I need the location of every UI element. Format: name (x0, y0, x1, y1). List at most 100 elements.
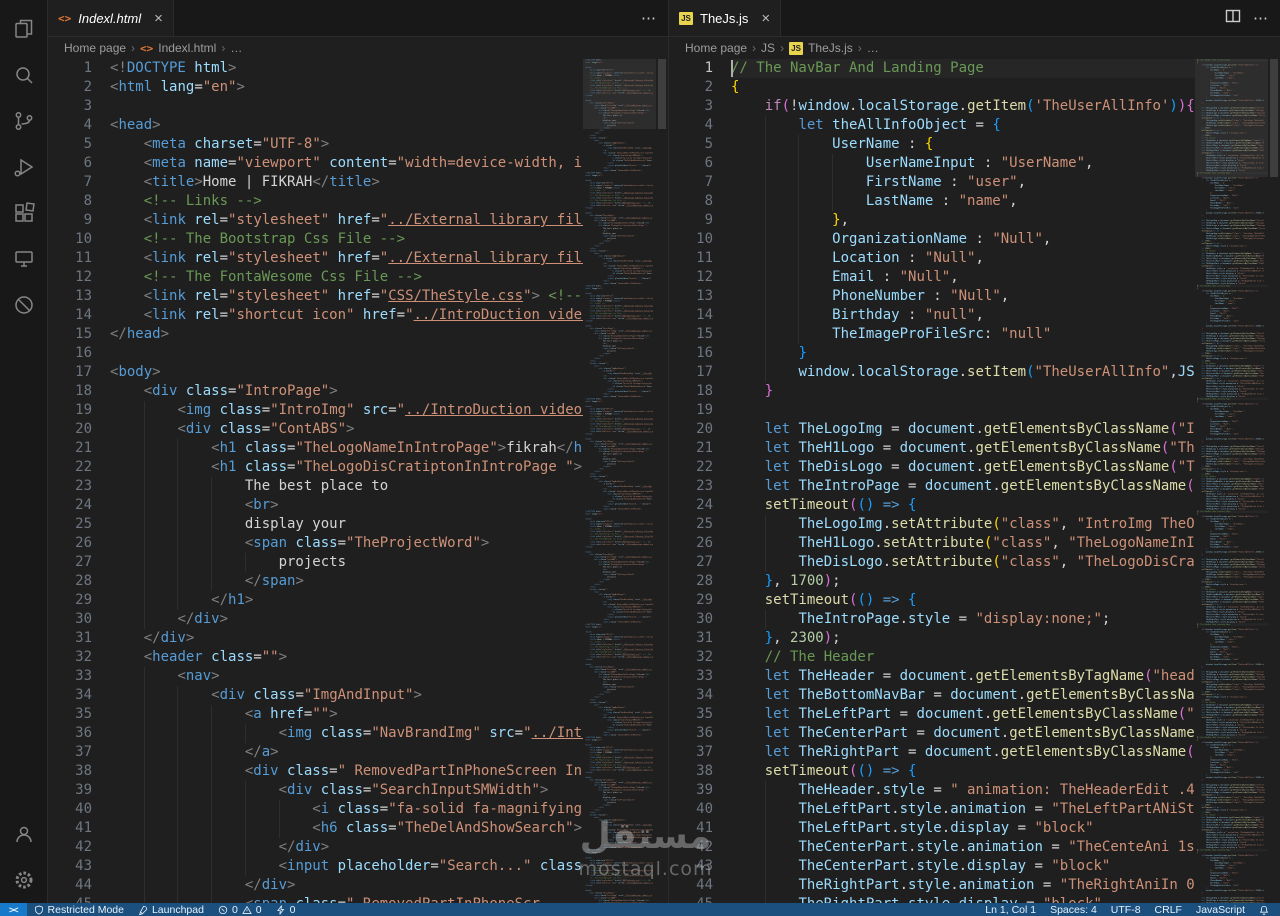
code-line: TheIntroPage.style = "display:none;"; (731, 610, 1195, 629)
code-line: <br> (110, 496, 583, 515)
breadcrumb-item[interactable]: TheJs.js (808, 41, 853, 55)
error-icon (218, 905, 228, 914)
remote-explorer-icon[interactable] (0, 236, 48, 282)
launchpad-status-item[interactable]: Launchpad (131, 903, 211, 916)
code-line: TheH1Logo.setAttribute("class", "TheLogo… (731, 534, 1195, 553)
code-line: <meta charset="UTF-8"> (143, 136, 330, 152)
chevron-right-icon: › (131, 41, 136, 55)
code-editor[interactable]: <!DOCTYPE html> <html lang="en"> <head> <m… (110, 59, 583, 904)
code-line: TheLeftPart.style.display = "block" (731, 819, 1195, 838)
cursor-position-status[interactable]: Ln 1, Col 1 (978, 904, 1043, 916)
code-line: </div> (143, 630, 195, 646)
code-line: PhoneNumber : "Null", (731, 287, 1195, 306)
language-mode-status[interactable]: JavaScript (1189, 904, 1252, 916)
code-line: <h1 class="TheLogoNameInIntroPage">fikra… (110, 439, 583, 458)
code-line: } (731, 344, 1195, 363)
js-file-icon: JS (679, 11, 693, 25)
rocket-icon (138, 905, 148, 915)
accounts-icon[interactable] (0, 811, 48, 857)
more-actions-icon[interactable]: ⋯ (641, 9, 656, 27)
code-line: <meta name="viewport" content="width=dev… (143, 155, 583, 171)
problems-status-item[interactable]: 0 0 (211, 903, 269, 916)
live-server-icon[interactable] (0, 282, 48, 328)
split-editor-icon[interactable] (1225, 8, 1241, 28)
vertical-scrollbar[interactable] (1268, 59, 1280, 904)
text-cursor (731, 60, 733, 77)
tabbar-empty-space (174, 0, 629, 36)
chevron-right-icon: › (857, 41, 862, 55)
code-line: TheImageProFileSrc: "null" (731, 325, 1195, 344)
tabbar-empty-space (781, 0, 1213, 36)
minimap[interactable]: // The NavBar And Landing Page{ if(!wind… (1195, 59, 1268, 904)
extension-status-item[interactable]: 0 (269, 903, 303, 916)
code-line: Email : "Null", (731, 268, 1195, 287)
tab-label: TheJs.js (700, 10, 749, 26)
run-and-debug-icon[interactable] (0, 144, 48, 190)
editor-group-js: JS TheJs.js × ⋯ Home page › JS › JS TheJ… (668, 0, 1280, 904)
js-file-icon: JS (789, 41, 804, 55)
code-line: </h1> (110, 591, 583, 610)
tab-close-icon[interactable]: × (154, 10, 163, 27)
tab-thejs-js[interactable]: JS TheJs.js × (669, 0, 782, 36)
vertical-scrollbar[interactable] (656, 59, 668, 904)
code-line: TheCenterPart.style.display = "block" (731, 857, 1195, 876)
source-control-icon[interactable] (0, 98, 48, 144)
tabbar: JS TheJs.js × ⋯ (669, 0, 1280, 37)
shield-icon (34, 905, 43, 915)
breadcrumb: Home page › JS › JS TheJs.js › … (669, 37, 1280, 59)
breadcrumb-item[interactable]: Indexl.html (158, 41, 216, 55)
code-line: // The Header (764, 649, 875, 665)
explorer-icon[interactable] (0, 6, 48, 52)
breadcrumb-item[interactable]: Home page (685, 41, 747, 55)
code-line: let TheHeader = document.getElementsByTa… (764, 668, 1195, 684)
code-line: Birthday : "null", (731, 306, 1195, 325)
code-line: <div class="ImgAndInput"> (110, 686, 583, 705)
eol-status[interactable]: CRLF (1148, 904, 1189, 916)
code-line: }, (731, 211, 1195, 230)
code-line: TheRightPart.style.animation = "TheRight… (731, 876, 1195, 895)
code-line: <title>Home | FIKRAH</title> (143, 174, 380, 190)
encoding-status[interactable]: UTF-8 (1104, 904, 1148, 916)
breadcrumb-item[interactable]: … (867, 41, 879, 55)
chevron-right-icon: › (752, 41, 757, 55)
code-line: <div class="ContABS"> (110, 420, 583, 439)
zap-icon (276, 904, 284, 915)
scrollbar-thumb[interactable] (1270, 59, 1278, 177)
indentation-status[interactable]: Spaces: 4 (1043, 904, 1104, 916)
code-line: <nav> (110, 667, 583, 686)
tab-close-icon[interactable]: × (761, 10, 770, 27)
breadcrumb-item[interactable]: … (230, 41, 242, 55)
code-line: setTimeout(() => { (764, 763, 917, 779)
code-line: </div> (110, 876, 583, 895)
code-line: let TheLogoImg = document.getElementsByC… (764, 421, 1195, 437)
code-line: }, 2300); (764, 630, 841, 646)
settings-gear-icon[interactable] (0, 857, 48, 903)
code-line: <!-- The Bootstrap Css File --> (143, 231, 406, 247)
code-line: <img class="NavBrandImg" src="../IntroDu (110, 724, 583, 743)
breadcrumb-item[interactable]: Home page (64, 41, 126, 55)
code-editor[interactable]: // The NavBar And Landing Page{ if(!wind… (731, 59, 1195, 904)
code-line: TheCenterPart.style.animation = "TheCent… (731, 838, 1195, 857)
search-icon[interactable] (0, 52, 48, 98)
code-line: <!-- Links --> (143, 193, 262, 209)
more-actions-icon[interactable]: ⋯ (1253, 9, 1268, 27)
restricted-mode-badge[interactable]: Restricted Mode (27, 903, 131, 916)
minimap[interactable]: <!DOCTYPE html> <html lang="en"> <head> <m… (583, 59, 656, 904)
editor-group-html: <> Indexl.html × ⋯ Home page › <> Indexl… (48, 0, 668, 904)
tab-label: Indexl.html (78, 10, 142, 26)
notifications-bell-icon[interactable] (1252, 905, 1276, 915)
line-numbers: 1 2 3 4 5 6 7 8 9 10 11 12 13 14 15 16 17 18 19 20 21 22 23 24 2… (75, 60, 92, 904)
breadcrumb-item[interactable]: JS (761, 41, 775, 55)
remote-indicator-icon[interactable]: >< (0, 903, 27, 916)
code-line: UserName : { (731, 135, 1195, 154)
scrollbar-thumb[interactable] (658, 59, 666, 129)
code-line: <h1 class="TheLogoDisCratiptonInIntroPag… (110, 458, 583, 477)
code-line: window.localStorage.setItem("TheUserAllI… (731, 363, 1195, 382)
code-line: Location : "Null", (731, 249, 1195, 268)
extensions-icon[interactable] (0, 190, 48, 236)
code-line: let TheDisLogo = document.getElementsByC… (764, 459, 1195, 475)
code-line: <header class=""> (143, 649, 288, 665)
tab-indexl-html[interactable]: <> Indexl.html × (48, 0, 174, 36)
code-line: <a href=""> (110, 705, 583, 724)
code-line: let TheCenterPart = document.getElements… (764, 725, 1195, 741)
